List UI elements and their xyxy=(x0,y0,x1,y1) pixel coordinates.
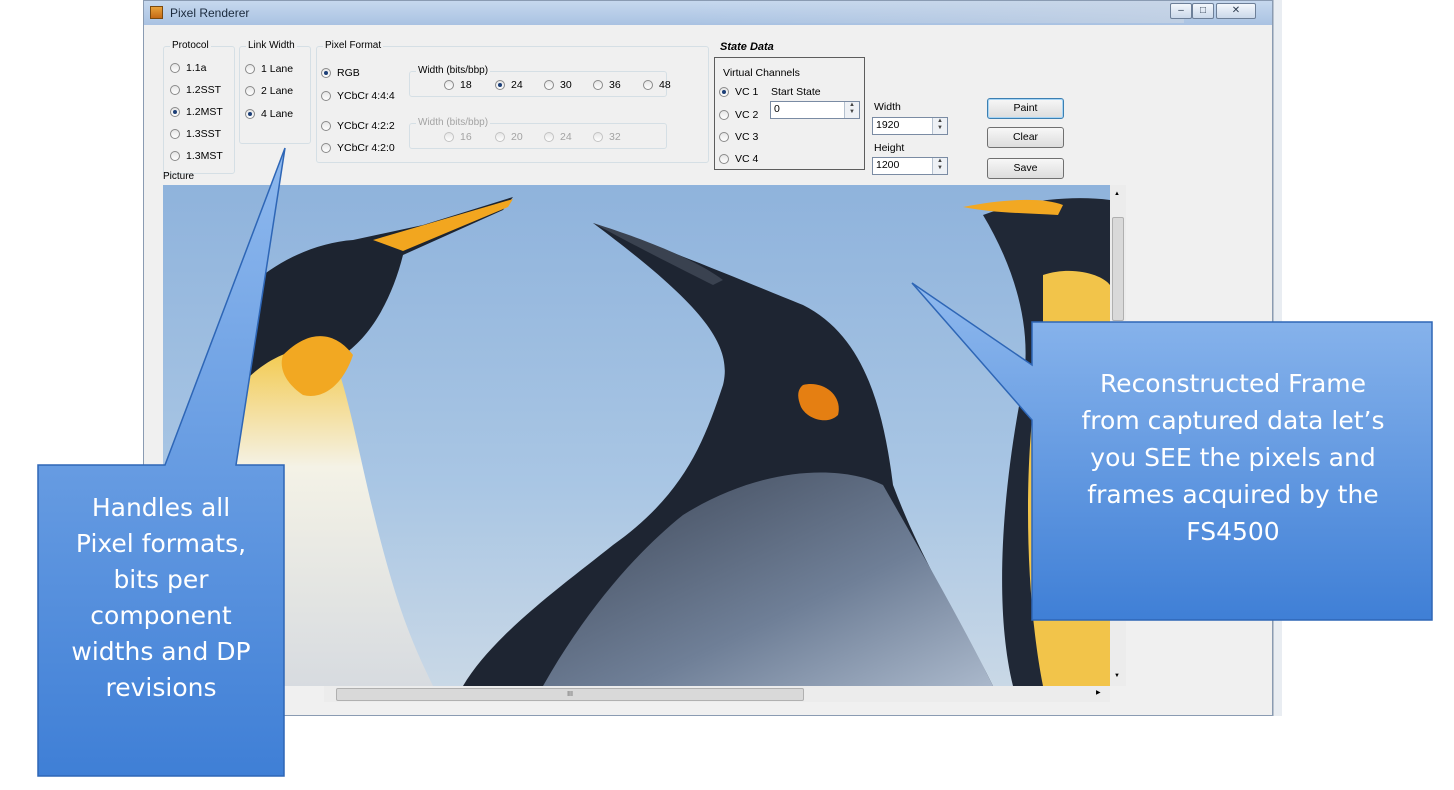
right-callout-text: Reconstructed Frame from captured data l… xyxy=(1081,369,1385,546)
left-callout-text: Handles all Pixel formats, bits per comp… xyxy=(71,493,251,702)
